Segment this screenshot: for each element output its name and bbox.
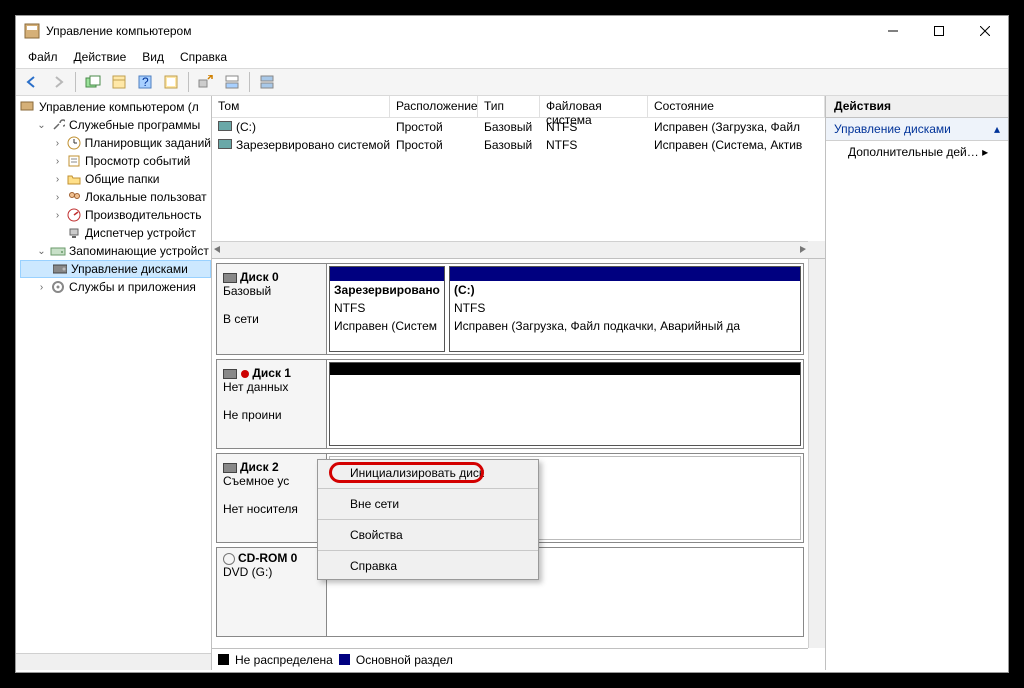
cdrom-title: CD-ROM 0: [238, 551, 297, 565]
hdd-icon: [223, 463, 237, 473]
actions-more[interactable]: Дополнительные дей… ▸: [826, 141, 1008, 163]
tree-shares[interactable]: ›Общие папки: [20, 170, 211, 188]
col-type[interactable]: Тип: [478, 96, 540, 117]
close-button[interactable]: [962, 16, 1008, 46]
collapse-icon: ▴: [994, 122, 1000, 136]
col-fs[interactable]: Файловая система: [540, 96, 648, 117]
disk-graphic-scrollbar[interactable]: [808, 259, 825, 648]
disk0-type: Базовый: [223, 284, 271, 298]
tree-devmgr[interactable]: Диспетчер устройст: [20, 224, 211, 242]
ctx-properties[interactable]: Свойства: [318, 522, 538, 548]
disk1-line3: Не проини: [223, 408, 282, 422]
error-icon: [241, 370, 249, 378]
col-status[interactable]: Состояние: [648, 96, 825, 117]
perf-icon: [66, 207, 82, 223]
tree-diskmgmt[interactable]: Управление дисками: [20, 260, 211, 278]
legend-swatch-blue: [339, 654, 350, 665]
volume-row[interactable]: (C:) Простой Базовый NTFS Исправен (Загр…: [212, 118, 825, 136]
toolbar: ?: [16, 68, 1008, 96]
ctx-help[interactable]: Справка: [318, 553, 538, 579]
cdrom-icon: [223, 553, 235, 565]
menu-view[interactable]: Вид: [136, 48, 170, 66]
menu-action[interactable]: Действие: [68, 48, 133, 66]
tree-perf[interactable]: ›Производительность: [20, 206, 211, 224]
hdd-icon: [223, 273, 237, 283]
menu-help[interactable]: Справка: [174, 48, 233, 66]
disk0-status: В сети: [223, 312, 259, 326]
users-icon: [66, 189, 82, 205]
tree-system-tools[interactable]: ⌄Служебные программы: [20, 116, 211, 134]
services-icon: [50, 279, 66, 295]
menu-file[interactable]: Файл: [22, 48, 64, 66]
col-volume[interactable]: Том: [212, 96, 390, 117]
toolbar-icon-5[interactable]: [194, 70, 218, 94]
toolbar-icon-1[interactable]: [81, 70, 105, 94]
toolbar-icon-4[interactable]: [159, 70, 183, 94]
volume-icon: [218, 139, 232, 149]
tree-eventviewer[interactable]: ›Просмотр событий: [20, 152, 211, 170]
tree-horizontal-scrollbar[interactable]: [16, 653, 211, 670]
volume-row[interactable]: Зарезервировано системой Простой Базовый…: [212, 136, 825, 154]
disk0-title: Диск 0: [240, 270, 279, 284]
cdrom-line2: DVD (G:): [223, 565, 272, 579]
disk2-line2: Съемное ус: [223, 474, 289, 488]
ctx-offline[interactable]: Вне сети: [318, 491, 538, 517]
minimize-button[interactable]: [870, 16, 916, 46]
partition-c[interactable]: (C:)NTFSИсправен (Загрузка, Файл подкачк…: [449, 266, 801, 352]
tree-services[interactable]: ›Службы и приложения: [20, 278, 211, 296]
menubar: Файл Действие Вид Справка: [16, 46, 1008, 68]
col-layout[interactable]: Расположение: [390, 96, 478, 117]
chevron-right-icon: ▸: [982, 145, 988, 159]
tools-icon: [50, 117, 66, 133]
volume-icon: [218, 121, 232, 131]
disk1-line2: Нет данных: [223, 380, 288, 394]
event-icon: [66, 153, 82, 169]
app-icon: [24, 23, 40, 39]
legend: Не распределена Основной раздел: [212, 648, 808, 670]
folder-icon: [66, 171, 82, 187]
maximize-button[interactable]: [916, 16, 962, 46]
svg-text:?: ?: [142, 75, 149, 89]
hdd-icon: [223, 369, 237, 379]
disk-1[interactable]: Диск 1 Нет данных Не проини: [216, 359, 804, 449]
legend-swatch-black: [218, 654, 229, 665]
storage-icon: [50, 243, 66, 259]
device-icon: [66, 225, 82, 241]
legend-unallocated: Не распределена: [235, 653, 333, 667]
disk2-line3: Нет носителя: [223, 502, 298, 516]
tree-users[interactable]: ›Локальные пользоват: [20, 188, 211, 206]
context-menu: Инициализировать диск Вне сети Свойства …: [317, 459, 539, 580]
toolbar-icon-6[interactable]: [220, 70, 244, 94]
help-icon[interactable]: ?: [133, 70, 157, 94]
forward-button[interactable]: [46, 70, 70, 94]
partition-reserved[interactable]: ЗарезервированоNTFSИсправен (Систем: [329, 266, 445, 352]
disk-0[interactable]: Диск 0 Базовый В сети ЗарезервированоNTF…: [216, 263, 804, 355]
tree-root[interactable]: Управление компьютером (л: [20, 98, 211, 116]
disk-icon: [52, 261, 68, 277]
volume-list: Том Расположение Тип Файловая система Со…: [212, 96, 825, 259]
clock-icon: [66, 135, 82, 151]
actions-title: Действия: [826, 96, 1008, 118]
tree-storage[interactable]: ⌄Запоминающие устройст: [20, 242, 211, 260]
disk1-title: Диск 1: [252, 366, 291, 380]
actions-pane: Действия Управление дисками ▴ Дополнител…: [826, 96, 1008, 670]
disk2-title: Диск 2: [240, 460, 279, 474]
legend-primary: Основной раздел: [356, 653, 453, 667]
ctx-initialize-disk[interactable]: Инициализировать диск: [318, 460, 538, 486]
nav-tree: Управление компьютером (л ⌄Служебные про…: [16, 96, 212, 670]
window-title: Управление компьютером: [46, 24, 191, 38]
titlebar: Управление компьютером: [16, 16, 1008, 46]
computer-icon: [20, 99, 36, 115]
toolbar-icon-7[interactable]: [255, 70, 279, 94]
partition-unallocated[interactable]: [329, 362, 801, 446]
actions-section[interactable]: Управление дисками ▴: [826, 118, 1008, 141]
volume-list-scrollbar[interactable]: [212, 241, 808, 258]
toolbar-icon-2[interactable]: [107, 70, 131, 94]
back-button[interactable]: [20, 70, 44, 94]
tree-scheduler[interactable]: ›Планировщик заданий: [20, 134, 211, 152]
